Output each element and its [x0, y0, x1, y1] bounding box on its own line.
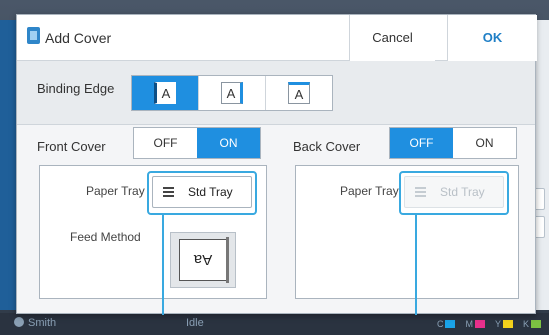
feed-orientation-icon: Aa [179, 239, 227, 281]
ink-bar-y [502, 320, 513, 328]
back-cover-off-button[interactable]: OFF [390, 128, 453, 158]
ink-level-k: K [523, 319, 541, 329]
feed-method-button[interactable]: Aa [170, 232, 236, 288]
back-cover-on-button[interactable]: ON [453, 128, 516, 158]
binding-edge-left-button[interactable]: A [132, 76, 199, 110]
binding-edge-selector: A A A [131, 75, 333, 111]
user-name: Smith [28, 317, 57, 329]
front-cover-label: Front Cover [37, 139, 106, 154]
binding-right-icon: A [221, 82, 243, 104]
front-tray-callout-line [162, 215, 164, 315]
front-cover-toggle: OFF ON [133, 127, 261, 159]
back-tray-callout [399, 171, 509, 215]
back-cover-label: Back Cover [293, 139, 361, 154]
back-tray-callout-line [415, 215, 417, 315]
binding-edge-row: Binding Edge A A A [17, 61, 535, 125]
back-paper-tray-label: Paper Tray [340, 184, 399, 198]
ink-level-c: C [437, 319, 456, 329]
binding-edge-top-button[interactable]: A [266, 76, 332, 110]
binding-left-icon: A [154, 82, 176, 104]
ink-bar-c [445, 320, 456, 328]
cancel-button[interactable]: Cancel [349, 15, 435, 61]
user-indicator: Smith [14, 317, 56, 329]
feed-edge-indicator [226, 237, 229, 283]
front-cover-off-button[interactable]: OFF [134, 128, 197, 158]
binding-top-icon: A [288, 82, 310, 104]
dialog-header: Add Cover Cancel OK [17, 15, 537, 61]
front-paper-tray-label: Paper Tray [86, 184, 145, 198]
binding-edge-right-button[interactable]: A [199, 76, 266, 110]
machine-status: Idle [186, 317, 204, 329]
status-bar: Smith Idle C M Y K [0, 313, 549, 335]
ink-level-y: Y [495, 319, 513, 329]
binding-edge-label: Binding Edge [37, 81, 115, 96]
ink-bar-k [531, 320, 541, 328]
feed-method-label: Feed Method [70, 230, 141, 244]
front-cover-on-button[interactable]: ON [197, 128, 260, 158]
ok-button[interactable]: OK [447, 15, 537, 61]
user-icon [14, 317, 24, 327]
add-cover-dialog: Add Cover Cancel OK Binding Edge A A A F… [16, 14, 537, 315]
dialog-title: Add Cover [45, 30, 112, 46]
ink-level-m: M [465, 319, 485, 329]
back-cover-toggle: OFF ON [389, 127, 517, 159]
ink-bar-m [474, 320, 485, 328]
cover-icon [27, 27, 40, 44]
front-tray-callout [147, 171, 257, 215]
ink-levels: C M Y K [437, 319, 541, 329]
